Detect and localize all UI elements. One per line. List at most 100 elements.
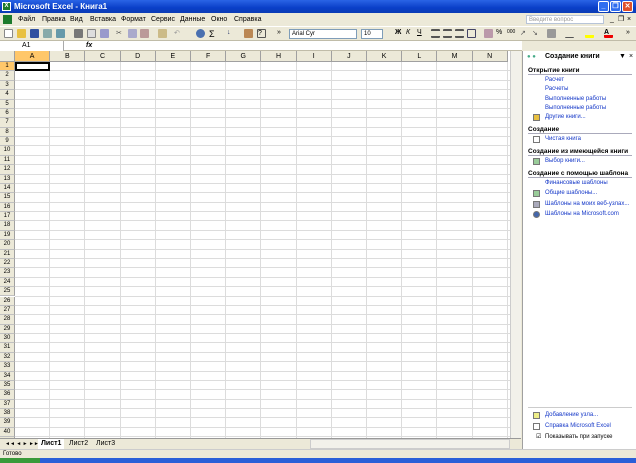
- row-header[interactable]: 1: [0, 62, 15, 72]
- cut-icon[interactable]: ✂: [116, 29, 125, 38]
- template-link[interactable]: Финансовые шаблоны: [545, 180, 608, 186]
- doc-close-button[interactable]: ×: [627, 13, 631, 26]
- help-question-input[interactable]: Введите вопрос: [526, 15, 604, 24]
- formula-bar[interactable]: [0, 41, 522, 51]
- menu-file[interactable]: Файл: [18, 13, 35, 26]
- menu-data[interactable]: Данные: [180, 13, 205, 26]
- template-link[interactable]: Шаблоны на моих веб-узлах...: [545, 201, 629, 207]
- column-header[interactable]: H: [261, 51, 297, 62]
- merge-center-icon[interactable]: [467, 29, 476, 38]
- print-icon[interactable]: [74, 29, 83, 38]
- font-color-icon[interactable]: A: [604, 29, 613, 38]
- email-icon[interactable]: [56, 29, 65, 38]
- row-header[interactable]: 30: [0, 334, 15, 344]
- add-site-link[interactable]: Добавление узла...: [545, 412, 598, 418]
- name-box[interactable]: A1: [0, 41, 64, 51]
- permission-icon[interactable]: [43, 29, 52, 38]
- increase-decimal-icon[interactable]: ↗: [520, 29, 529, 38]
- row-header[interactable]: 38: [0, 409, 15, 419]
- align-center-icon[interactable]: [443, 29, 452, 38]
- row-header[interactable]: 21: [0, 249, 15, 259]
- toolbar-options-icon-2[interactable]: »: [626, 29, 635, 38]
- row-header[interactable]: 20: [0, 240, 15, 250]
- autosum-icon[interactable]: Σ: [209, 29, 218, 39]
- decrease-decimal-icon[interactable]: ↘: [532, 29, 541, 38]
- column-header[interactable]: D: [120, 51, 156, 62]
- print-preview-icon[interactable]: [87, 29, 96, 38]
- column-header[interactable]: N: [472, 51, 508, 62]
- column-header[interactable]: M: [437, 51, 473, 62]
- row-header[interactable]: 19: [0, 230, 15, 241]
- currency-icon[interactable]: [484, 29, 493, 38]
- row-header[interactable]: 10: [0, 146, 15, 156]
- template-link[interactable]: Шаблоны на Microsoft.com: [545, 211, 619, 217]
- back-forward-icon[interactable]: ● ●: [527, 54, 536, 60]
- toolbar-options-icon[interactable]: »: [277, 29, 286, 38]
- underline-button[interactable]: Ч: [417, 29, 426, 38]
- row-header[interactable]: 36: [0, 390, 15, 400]
- menu-window[interactable]: Окно: [211, 13, 227, 26]
- row-header[interactable]: 16: [0, 202, 15, 213]
- row-header[interactable]: 33: [0, 362, 15, 372]
- column-header[interactable]: G: [226, 51, 262, 62]
- borders-icon[interactable]: [565, 29, 574, 38]
- row-header[interactable]: 14: [0, 183, 15, 194]
- column-header[interactable]: J: [331, 51, 367, 62]
- row-header[interactable]: 5: [0, 99, 15, 109]
- pane-menu-icon[interactable]: ▼: [619, 53, 626, 60]
- row-header[interactable]: 35: [0, 380, 15, 391]
- font-select[interactable]: Arial Cyr: [289, 29, 357, 39]
- align-left-icon[interactable]: [431, 29, 440, 38]
- tab-sheet3[interactable]: Лист3: [93, 439, 118, 449]
- row-header[interactable]: 13: [0, 174, 15, 184]
- close-button[interactable]: ✕: [622, 1, 633, 12]
- row-header[interactable]: 9: [0, 137, 15, 147]
- help-link[interactable]: Справка Microsoft Excel: [545, 423, 611, 429]
- new-icon[interactable]: [4, 29, 13, 38]
- more-books-link[interactable]: Другие книги...: [545, 114, 586, 120]
- fill-color-icon[interactable]: [585, 29, 594, 38]
- bold-button[interactable]: Ж: [395, 29, 404, 38]
- menu-insert[interactable]: Вставка: [90, 13, 116, 26]
- row-header[interactable]: 15: [0, 193, 15, 203]
- hyperlink-icon[interactable]: [196, 29, 205, 38]
- row-header[interactable]: 37: [0, 399, 15, 410]
- undo-icon[interactable]: ↶: [174, 29, 183, 38]
- recent-link[interactable]: Расчеты: [545, 86, 568, 92]
- spreadsheet-grid[interactable]: A B C D E F G H I J K L M N 1 2 3 4 5 6 7 8 9 10 11 12 13 14 15 16 17 1…: [0, 51, 510, 438]
- column-header[interactable]: F: [191, 51, 227, 62]
- row-header[interactable]: 31: [0, 343, 15, 353]
- pane-close-icon[interactable]: ×: [629, 53, 633, 60]
- column-header[interactable]: B: [50, 51, 86, 62]
- column-header[interactable]: I: [296, 51, 332, 62]
- select-all-corner[interactable]: [0, 51, 15, 62]
- column-header[interactable]: E: [155, 51, 191, 62]
- doc-restore-button[interactable]: ❐: [618, 13, 624, 26]
- row-header[interactable]: 29: [0, 324, 15, 334]
- row-header[interactable]: 32: [0, 352, 15, 363]
- copy-icon[interactable]: [128, 29, 137, 38]
- row-header[interactable]: 2: [0, 71, 15, 81]
- workbook-icon[interactable]: [3, 15, 12, 24]
- menu-tools[interactable]: Сервис: [151, 13, 175, 26]
- font-size-select[interactable]: 10: [361, 29, 383, 39]
- recent-link[interactable]: Выполненные работы: [545, 96, 606, 102]
- format-painter-icon[interactable]: [158, 29, 167, 38]
- column-header[interactable]: C: [85, 51, 121, 62]
- chart-wizard-icon[interactable]: [244, 29, 253, 38]
- row-header[interactable]: 23: [0, 268, 15, 278]
- vertical-scrollbar[interactable]: [510, 51, 521, 438]
- row-header[interactable]: 17: [0, 212, 15, 222]
- indent-icon[interactable]: [547, 29, 556, 38]
- row-header[interactable]: 3: [0, 80, 15, 91]
- row-header[interactable]: 8: [0, 127, 15, 138]
- help-icon[interactable]: ?: [257, 29, 266, 38]
- sort-icon[interactable]: ↓: [227, 29, 236, 38]
- horizontal-scrollbar[interactable]: [310, 439, 510, 449]
- spelling-icon[interactable]: [100, 29, 109, 38]
- open-icon[interactable]: [17, 29, 26, 38]
- row-header[interactable]: 34: [0, 371, 15, 381]
- row-header[interactable]: 4: [0, 90, 15, 100]
- active-cell[interactable]: [15, 62, 51, 72]
- maximize-button[interactable]: ❐: [610, 1, 621, 12]
